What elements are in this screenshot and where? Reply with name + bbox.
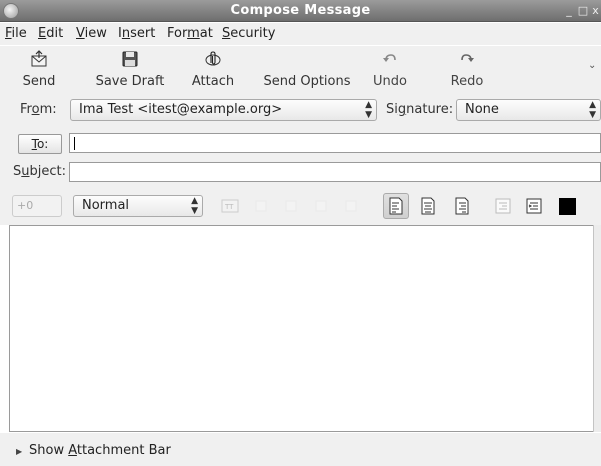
show-attachment-bar-toggle[interactable]: Show Attachment Bar (29, 443, 171, 458)
svg-text:TT: TT (224, 203, 234, 211)
redo-icon (461, 54, 474, 62)
editor-scrollbar[interactable] (593, 225, 601, 432)
to-field[interactable] (69, 133, 601, 153)
subject-label: Subject: (13, 164, 67, 179)
send-label: Send (22, 74, 56, 89)
save-draft-label: Save Draft (95, 74, 165, 89)
send-options-button[interactable]: Send Options (262, 50, 352, 92)
menu-insert[interactable]: Insert (118, 26, 155, 41)
underline-icon[interactable] (312, 197, 330, 215)
send-options-label: Send Options (263, 74, 351, 89)
outdent-icon[interactable] (494, 197, 512, 215)
align-left-icon (389, 197, 403, 215)
select-arrows-icon: ▲ ▼ (191, 196, 198, 216)
signature-label: Signature: (386, 102, 454, 117)
signature-value: None (465, 102, 499, 117)
text-color-swatch[interactable] (559, 198, 576, 215)
expander-arrow-icon[interactable]: ▶ (16, 447, 22, 456)
save-draft-button[interactable]: Save Draft (86, 50, 174, 92)
redo-label: Redo (450, 74, 484, 89)
align-center-icon[interactable] (419, 197, 437, 215)
to-type-button[interactable]: To: (18, 134, 62, 154)
paperclip-icon (205, 51, 221, 66)
redo-button[interactable]: Redo (446, 50, 488, 92)
paragraph-style-value: Normal (82, 198, 130, 213)
italic-icon[interactable] (282, 197, 300, 215)
font-size-stepper[interactable]: +0 (12, 195, 62, 217)
menu-bar: File Edit View Insert Format Security (0, 23, 601, 45)
from-value: Ima Test <itest@example.org> (79, 102, 283, 117)
select-arrows-icon: ▲ ▼ (589, 100, 596, 120)
menu-format[interactable]: Format (167, 26, 213, 41)
close-button[interactable]: x (590, 4, 601, 18)
menu-view[interactable]: View (76, 26, 107, 41)
title-bar: Compose Message _ □ x (0, 0, 601, 22)
message-body-editor[interactable] (9, 225, 601, 432)
strikethrough-icon[interactable] (342, 197, 360, 215)
main-toolbar: Send Save Draft Attach Send Options Undo… (0, 46, 601, 94)
bold-icon[interactable] (252, 197, 270, 215)
from-select[interactable]: Ima Test <itest@example.org> ▲ ▼ (70, 99, 377, 121)
window-title: Compose Message (230, 3, 371, 18)
menu-security[interactable]: Security (222, 26, 275, 41)
text-caret (74, 137, 75, 150)
send-icon (31, 50, 47, 67)
chevron-down-icon[interactable]: ⌄ (588, 60, 596, 71)
attach-label: Attach (191, 74, 235, 89)
align-right-icon[interactable] (453, 197, 471, 215)
font-size-value: +0 (17, 199, 34, 212)
floppy-disk-icon (122, 51, 138, 67)
select-arrows-icon: ▲ ▼ (365, 100, 372, 120)
undo-icon (383, 54, 396, 62)
minimize-button[interactable]: _ (562, 4, 576, 18)
signature-select[interactable]: None ▲ ▼ (456, 99, 601, 121)
send-button[interactable]: Send (14, 50, 64, 92)
menu-edit[interactable]: Edit (38, 26, 63, 41)
undo-button[interactable]: Undo (369, 50, 411, 92)
menu-file[interactable]: File (5, 26, 27, 41)
undo-label: Undo (373, 74, 407, 89)
teletype-icon[interactable]: TT (221, 197, 239, 215)
subject-field[interactable] (69, 162, 601, 182)
from-label: From: (20, 102, 57, 117)
paragraph-style-select[interactable]: Normal ▲ ▼ (73, 195, 203, 217)
attach-button[interactable]: Attach (188, 50, 238, 92)
indent-icon[interactable] (525, 197, 543, 215)
maximize-button[interactable]: □ (576, 4, 590, 18)
